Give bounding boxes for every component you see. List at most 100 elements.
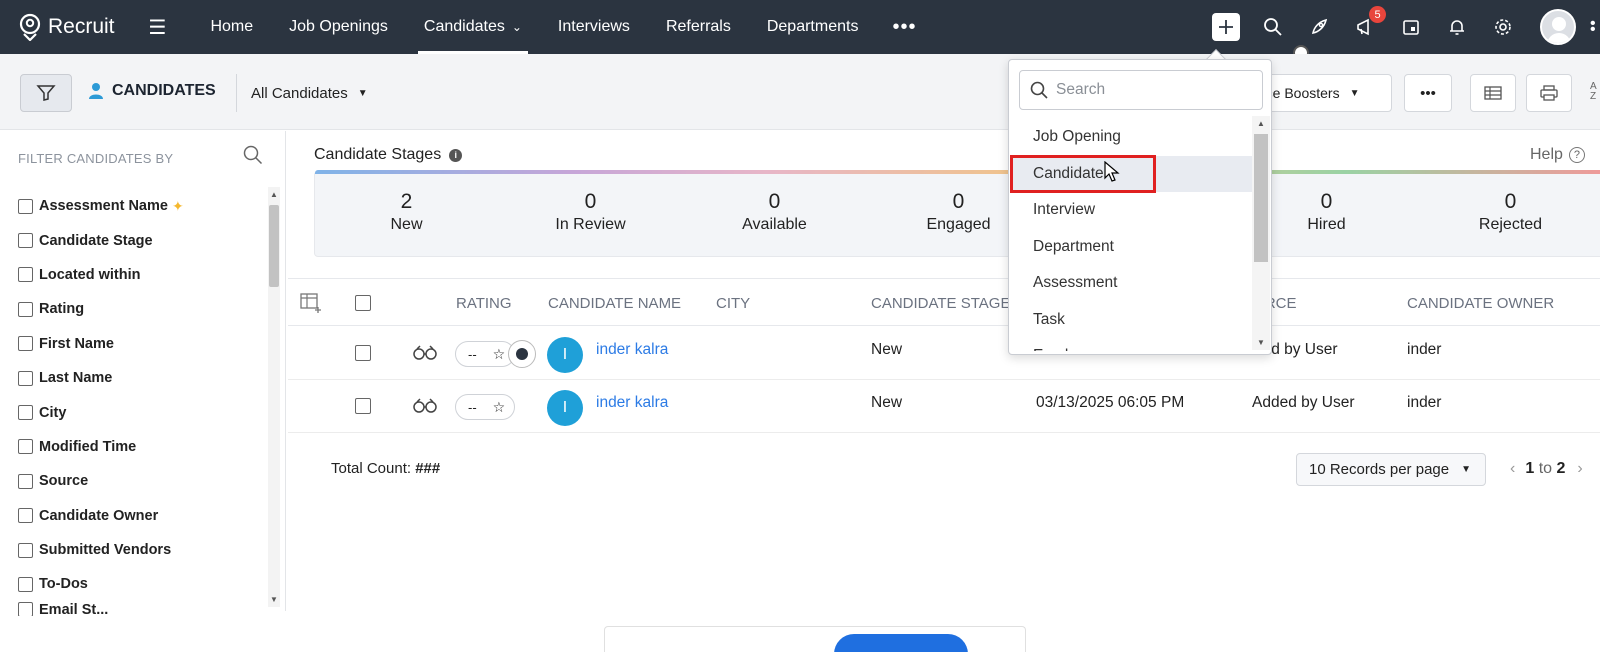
row-checkbox[interactable] [355, 398, 371, 414]
quick-view-button[interactable] [412, 345, 438, 365]
row-checkbox[interactable] [355, 345, 371, 361]
dropdown-search[interactable] [1019, 70, 1263, 110]
dropdown-item-interview[interactable]: Interview [1009, 192, 1259, 229]
filter-search-button[interactable] [243, 145, 263, 169]
announcements-button[interactable]: 5 [1352, 6, 1386, 40]
star-icon[interactable]: ☆ [493, 399, 506, 416]
scroll-up-arrow[interactable]: ▲ [1257, 119, 1265, 128]
next-page-icon[interactable]: › [1577, 460, 1582, 478]
table-row[interactable]: -- ☆ I inder kalra New 03/13/2025 06:05 P… [288, 380, 1600, 433]
filter-item-assessment-name[interactable]: Assessment Name ✦ [18, 189, 184, 223]
nav-referrals[interactable]: Referrals [648, 0, 749, 54]
nav-candidates[interactable]: Candidates ⌄ [406, 0, 540, 54]
scroll-thumb[interactable] [1254, 134, 1268, 262]
col-rating[interactable]: RATING [456, 295, 512, 312]
dropdown-item-task[interactable]: Task [1009, 302, 1259, 339]
checkbox[interactable] [18, 301, 33, 317]
filter-item-city[interactable]: City [18, 395, 184, 429]
candidate-stages-label: Candidate Stages [314, 146, 442, 163]
records-per-page-select[interactable]: 10 Records per page ▼ [1296, 453, 1486, 486]
candidate-name-link[interactable]: inder kalra [596, 341, 668, 359]
filter-item-source[interactable]: Source [18, 464, 184, 498]
scroll-down-arrow[interactable]: ▼ [270, 595, 278, 604]
filter-item-rating[interactable]: Rating [18, 292, 184, 326]
filter-item-email-status[interactable]: Email St... [18, 601, 184, 616]
calendar-button[interactable] [1398, 14, 1424, 40]
checkbox[interactable] [18, 439, 33, 455]
dropdown-item-assessment[interactable]: Assessment [1009, 265, 1259, 302]
dropdown-search-input[interactable] [1056, 81, 1246, 99]
filter-toggle-button[interactable] [20, 74, 72, 112]
search-button[interactable] [1260, 14, 1286, 40]
checkbox[interactable] [18, 267, 33, 283]
col-city[interactable]: CITY [716, 295, 750, 312]
sort-az-button[interactable]: A Z [1590, 82, 1600, 102]
scroll-down-arrow[interactable]: ▼ [1257, 338, 1265, 347]
select-all-checkbox[interactable] [355, 295, 371, 311]
filter-item-last-name[interactable]: Last Name [18, 361, 184, 395]
filter-item-submitted-vendors[interactable]: Submitted Vendors [18, 533, 184, 567]
total-count-value[interactable]: ### [415, 460, 440, 477]
candidate-name-link[interactable]: inder kalra [596, 394, 668, 412]
dropdown-item-department[interactable]: Department [1009, 229, 1259, 266]
filter-item-candidate-owner[interactable]: Candidate Owner [18, 499, 184, 533]
print-button[interactable] [1526, 74, 1572, 112]
bottom-primary-button[interactable] [834, 634, 968, 652]
notifications-button[interactable] [1444, 14, 1470, 40]
rocket-button[interactable] [1306, 14, 1332, 40]
col-candidate-name[interactable]: CANDIDATE NAME [548, 295, 681, 312]
info-icon[interactable]: i [449, 148, 463, 162]
filter-item-modified-time[interactable]: Modified Time [18, 430, 184, 464]
stage-rejected[interactable]: 0 Rejected [1419, 190, 1600, 234]
view-selector[interactable]: All Candidates ▼ [236, 74, 368, 112]
prev-page-icon[interactable]: ‹ [1510, 460, 1515, 478]
quick-view-button[interactable] [412, 398, 438, 418]
nav-departments[interactable]: Departments [749, 0, 877, 54]
more-actions-button[interactable]: ••• [1404, 74, 1452, 112]
user-avatar[interactable] [1540, 9, 1576, 45]
dropdown-item-employee[interactable]: Employ... [1009, 338, 1259, 351]
stage-in-review[interactable]: 0 In Review [499, 190, 682, 234]
checkbox[interactable] [18, 601, 33, 616]
checkbox[interactable] [18, 508, 33, 524]
scroll-up-arrow[interactable]: ▲ [270, 190, 278, 199]
filter-item-first-name[interactable]: First Name [18, 327, 184, 361]
dropdown-item-job-opening[interactable]: Job Opening [1009, 119, 1259, 156]
nav-job-openings[interactable]: Job Openings [271, 0, 406, 54]
col-candidate-owner[interactable]: CANDIDATE OWNER [1407, 295, 1554, 312]
apps-grid-icon[interactable]: • • [1590, 16, 1600, 38]
checkbox[interactable] [18, 336, 33, 352]
checkbox[interactable] [18, 473, 33, 489]
col-candidate-stage[interactable]: CANDIDATE STAGE [871, 295, 1010, 312]
rating-control[interactable]: -- ☆ [455, 394, 515, 420]
nav-home[interactable]: Home [192, 0, 271, 54]
record-status-toggle[interactable] [508, 340, 536, 368]
app-logo[interactable]: Recruit [18, 13, 115, 41]
checkbox[interactable] [18, 542, 33, 558]
column-settings-button[interactable] [300, 293, 322, 317]
stage-available[interactable]: 0 Available [683, 190, 866, 234]
table-view-button[interactable] [1470, 74, 1516, 112]
star-icon[interactable]: ☆ [493, 346, 506, 363]
filter-item-located-within[interactable]: Located within [18, 258, 184, 292]
settings-button[interactable] [1490, 14, 1516, 40]
menu-icon[interactable]: ☰ [149, 15, 167, 40]
quick-create-button[interactable] [1212, 13, 1240, 41]
scroll-thumb[interactable] [269, 205, 279, 287]
dropdown-scrollbar[interactable]: ▲ ▼ [1252, 116, 1270, 350]
nav-more-button[interactable]: ••• [892, 16, 916, 39]
rating-control[interactable]: -- ☆ [455, 341, 515, 367]
table-row[interactable]: -- ☆ I inder kalra New Added by User inde… [288, 327, 1600, 380]
nav-interviews[interactable]: Interviews [540, 0, 648, 54]
checkbox[interactable] [18, 233, 33, 249]
checkbox[interactable] [18, 370, 33, 386]
checkbox[interactable] [18, 198, 33, 214]
filter-item-to-dos[interactable]: To-Dos [18, 567, 184, 601]
stage-new[interactable]: 2 New [315, 190, 498, 234]
checkbox[interactable] [18, 405, 33, 421]
filter-scrollbar[interactable]: ▲ ▼ [268, 187, 280, 607]
filter-item-candidate-stage[interactable]: Candidate Stage [18, 223, 184, 257]
help-link[interactable]: Help ? [1530, 146, 1585, 164]
checkbox[interactable] [18, 576, 33, 592]
pagination: ‹ 1 to 2 › [1510, 460, 1583, 478]
